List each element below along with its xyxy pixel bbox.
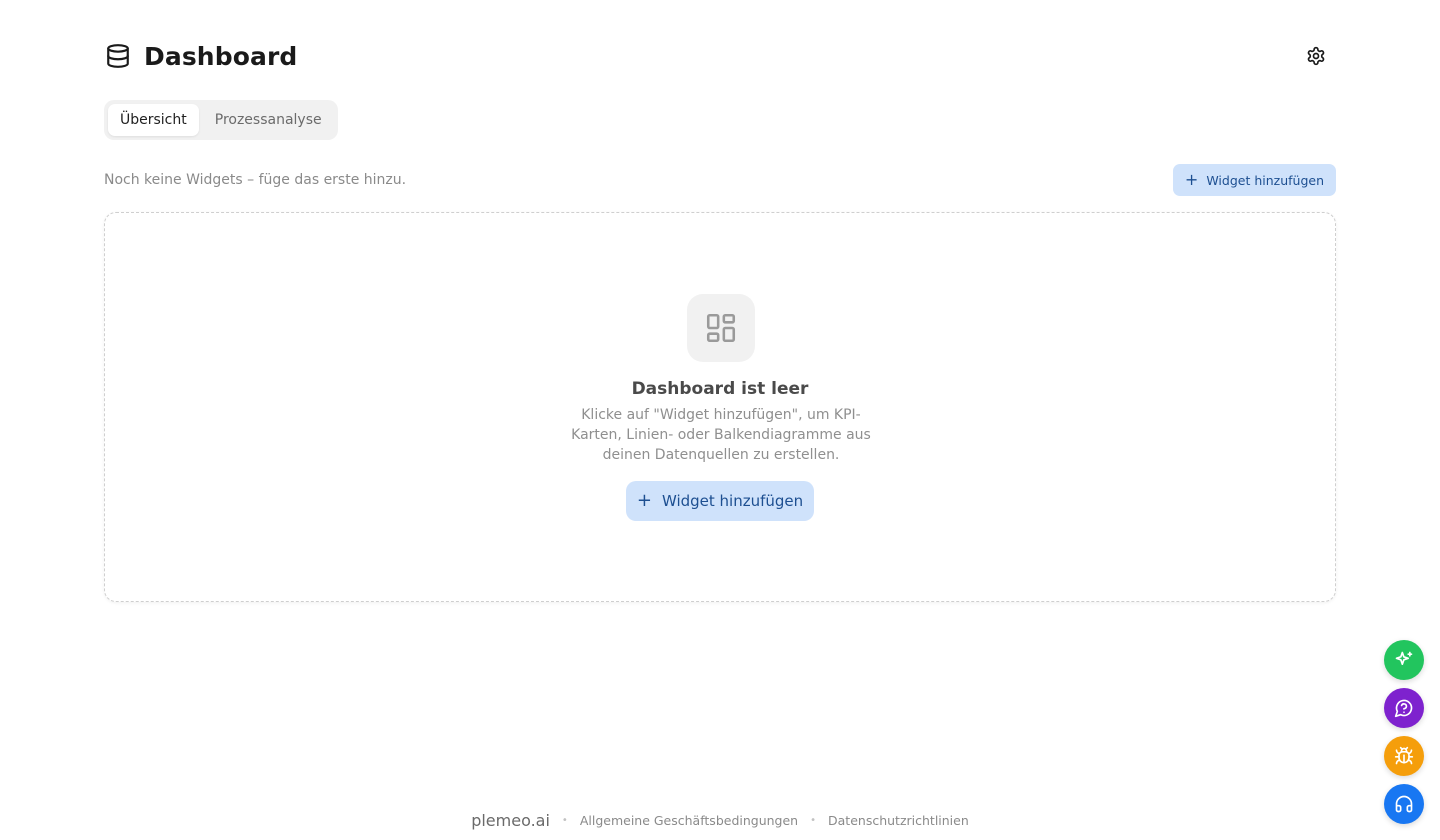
layout-grid-icon — [687, 294, 755, 362]
tab-uebersicht[interactable]: Übersicht — [108, 104, 199, 136]
help-chat-icon[interactable] — [1384, 688, 1424, 728]
footer-brand[interactable]: plemeo.ai — [471, 811, 550, 830]
sparkles-icon[interactable] — [1384, 640, 1424, 680]
plus-icon: + — [1184, 170, 1199, 189]
page-title: Dashboard — [144, 41, 298, 71]
page-footer: plemeo.ai • Allgemeine Geschäftsbedingun… — [0, 808, 1440, 832]
separator-dot: • — [810, 814, 817, 826]
widget-toolbar: Noch keine Widgets – füge das erste hinz… — [104, 164, 1336, 196]
separator-dot: • — [561, 814, 568, 826]
empty-state-title: Dashboard ist leer — [631, 379, 809, 399]
footer-link-privacy[interactable]: Datenschutzrichtlinien — [828, 813, 969, 828]
plus-icon: + — [636, 490, 652, 511]
add-widget-button-main[interactable]: + Widget hinzufügen — [626, 481, 814, 521]
page-header: Dashboard — [104, 40, 1336, 72]
add-widget-label: Widget hinzufügen — [1206, 172, 1324, 188]
tab-prozessanalyse[interactable]: Prozessanalyse — [203, 104, 334, 136]
gear-icon[interactable] — [1304, 44, 1328, 68]
empty-hint: Noch keine Widgets – füge das erste hinz… — [104, 172, 407, 188]
bug-icon[interactable] — [1384, 736, 1424, 776]
add-widget-button[interactable]: + Widget hinzufügen — [1172, 164, 1336, 196]
add-widget-label: Widget hinzufügen — [661, 492, 804, 510]
tab-bar: Übersicht Prozessanalyse — [104, 100, 338, 140]
empty-dashboard-card: Dashboard ist leer Klicke auf "Widget hi… — [104, 212, 1336, 602]
footer-link-agb[interactable]: Allgemeine Geschäftsbedingungen — [580, 813, 798, 828]
title-group: Dashboard — [104, 42, 297, 71]
empty-state-description: Klicke auf "Widget hinzufügen", um KPI-K… — [571, 407, 871, 463]
database-icon — [104, 42, 132, 70]
